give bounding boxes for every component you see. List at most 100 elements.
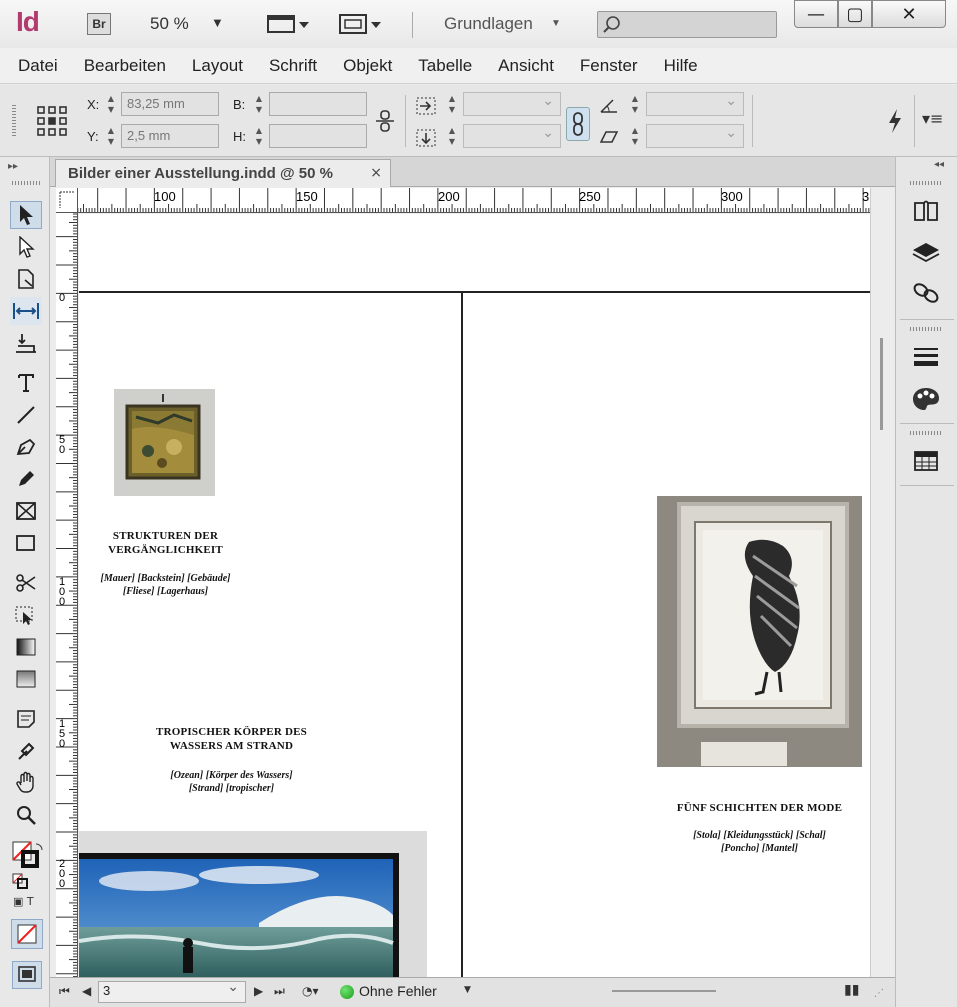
image-frame-fashion[interactable] [657,496,862,767]
zoom-dropdown-icon[interactable]: ▼ [211,15,224,30]
fill-stroke-swatch[interactable] [12,841,46,875]
scroll-thumb[interactable] [880,338,883,430]
reference-point-icon[interactable] [36,105,68,137]
previous-page-icon[interactable]: ◀ [82,984,91,998]
menu-datei[interactable]: Datei [0,56,71,76]
search-input[interactable] [597,11,777,38]
default-colors-icon[interactable] [12,873,30,889]
image-frame-tropical[interactable] [79,831,427,977]
zoom-level[interactable]: 50 % [150,14,189,34]
format-container-text-icon[interactable]: ▣ T [13,895,34,908]
shear-stepper[interactable]: ▲ ▼ [630,125,640,149]
scale-y-field[interactable] [463,124,561,148]
menu-hilfe[interactable]: Hilfe [651,56,711,76]
layers-panel-icon[interactable] [908,237,944,269]
ruler-origin[interactable] [56,188,78,213]
x-field[interactable]: 83,25 mm [121,92,219,116]
scale-x-field[interactable] [463,92,561,116]
screen-mode-icon[interactable] [338,12,382,36]
stroke-panel-icon[interactable] [908,341,944,373]
width-field[interactable] [269,92,367,116]
view-options-icon[interactable] [266,12,310,36]
gap-tool-icon[interactable] [10,297,42,325]
swatches-panel-icon[interactable] [908,383,944,415]
screen-mode-button[interactable] [12,961,42,989]
rectangle-tool-icon[interactable] [10,529,42,557]
preflight-menu-icon[interactable]: ▼ [464,985,471,995]
quick-apply-icon[interactable] [884,107,906,135]
pencil-tool-icon[interactable] [10,465,42,493]
preflight-status[interactable]: Ohne Fehler [359,983,437,999]
menu-ansicht[interactable]: Ansicht [485,56,567,76]
panel-menu-icon[interactable]: ▾≡ [922,109,943,128]
close-tab-icon[interactable]: × [370,165,382,181]
caption-title-fashion[interactable]: FÜNF SCHICHTEN DER MODE [657,801,862,815]
eyedropper-tool-icon[interactable] [10,737,42,765]
caption-tags-structures[interactable]: [Mauer] [Backstein] [Gebäude] [Fliese] [… [79,572,252,598]
y-stepper[interactable]: ▲ ▼ [106,125,116,149]
menu-layout[interactable]: Layout [179,56,256,76]
vertical-scrollbar[interactable] [870,188,895,977]
zoom-tool-icon[interactable] [10,801,42,829]
panel-grip[interactable] [910,431,942,435]
menu-bearbeiten[interactable]: Bearbeiten [71,56,179,76]
content-collector-icon[interactable] [10,329,42,357]
image-frame-structures[interactable] [114,389,215,496]
minimize-button[interactable]: — [794,0,838,28]
vertical-ruler[interactable]: 0 5 0 1 0 0 1 5 0 2 0 0 [56,213,78,977]
page-number-field[interactable]: 3 [98,979,246,1003]
open-document-page-icon[interactable]: ◔▾ [302,984,319,998]
resize-grip-icon[interactable]: ⋰ [874,988,884,999]
bridge-button[interactable]: Br [87,13,111,35]
collapse-panel-icon[interactable]: ▸▸ [8,161,18,172]
panel-grip[interactable] [12,105,16,137]
expand-dock-icon[interactable]: ◂◂ [934,159,944,170]
menu-objekt[interactable]: Objekt [330,56,405,76]
menu-schrift[interactable]: Schrift [256,56,330,76]
links-panel-icon[interactable] [908,277,944,309]
document-canvas[interactable]: STRUKTUREN DER VERGÄNGLICHKEIT [Mauer] [… [79,214,870,977]
caption-tags-fashion[interactable]: [Stola] [Kleidungsstück] [Schal] [Poncho… [657,829,862,855]
type-tool-icon[interactable] [10,369,42,397]
x-stepper[interactable]: ▲ ▼ [106,93,116,117]
panel-grip[interactable] [12,181,40,185]
workspace-switcher[interactable]: Grundlagen [444,14,533,34]
gradient-feather-tool-icon[interactable] [10,665,42,693]
page-tool-icon[interactable] [10,265,42,293]
document-tab[interactable]: Bilder einer Ausstellung.indd @ 50 % × [55,159,391,187]
note-tool-icon[interactable] [10,705,42,733]
panel-grip[interactable] [910,181,942,185]
horizontal-ruler[interactable]: 100 150 200 250 300 3 [78,188,870,213]
scissors-tool-icon[interactable] [10,569,42,597]
panel-grip[interactable] [910,327,942,331]
caption-title-structures[interactable]: STRUKTUREN DER VERGÄNGLICHKEIT [79,529,252,557]
direct-selection-tool-icon[interactable] [10,233,42,261]
selection-tool-icon[interactable] [10,201,42,229]
first-page-icon[interactable]: ⏮ [59,984,70,999]
height-stepper[interactable]: ▲ ▼ [254,125,264,149]
scale-y-stepper[interactable]: ▲ ▼ [447,125,457,149]
scale-link-button[interactable] [566,107,590,141]
last-page-icon[interactable]: ⏭ [274,984,285,999]
rectangle-frame-tool-icon[interactable] [10,497,42,525]
rotation-stepper[interactable]: ▲ ▼ [630,93,640,117]
workspace-dropdown-icon[interactable]: ▼ [551,18,561,29]
line-tool-icon[interactable] [10,401,42,429]
hand-tool-icon[interactable] [10,769,42,797]
apply-none-button[interactable] [11,919,43,949]
next-page-icon[interactable]: ▶ [254,984,263,998]
rotation-field[interactable] [646,92,744,116]
pen-tool-icon[interactable] [10,433,42,461]
maximize-button[interactable]: ▢ [838,0,872,28]
menu-tabelle[interactable]: Tabelle [405,56,485,76]
shear-field[interactable] [646,124,744,148]
table-panel-icon[interactable] [908,445,944,477]
gradient-swatch-tool-icon[interactable] [10,633,42,661]
y-field[interactable]: 2,5 mm [121,124,219,148]
constrain-proportions-icon[interactable] [374,109,396,133]
menu-fenster[interactable]: Fenster [567,56,651,76]
pages-panel-icon[interactable] [908,195,944,227]
horizontal-scrollbar-thumb[interactable] [612,990,716,992]
close-button[interactable]: ✕ [872,0,946,28]
width-stepper[interactable]: ▲ ▼ [254,93,264,117]
